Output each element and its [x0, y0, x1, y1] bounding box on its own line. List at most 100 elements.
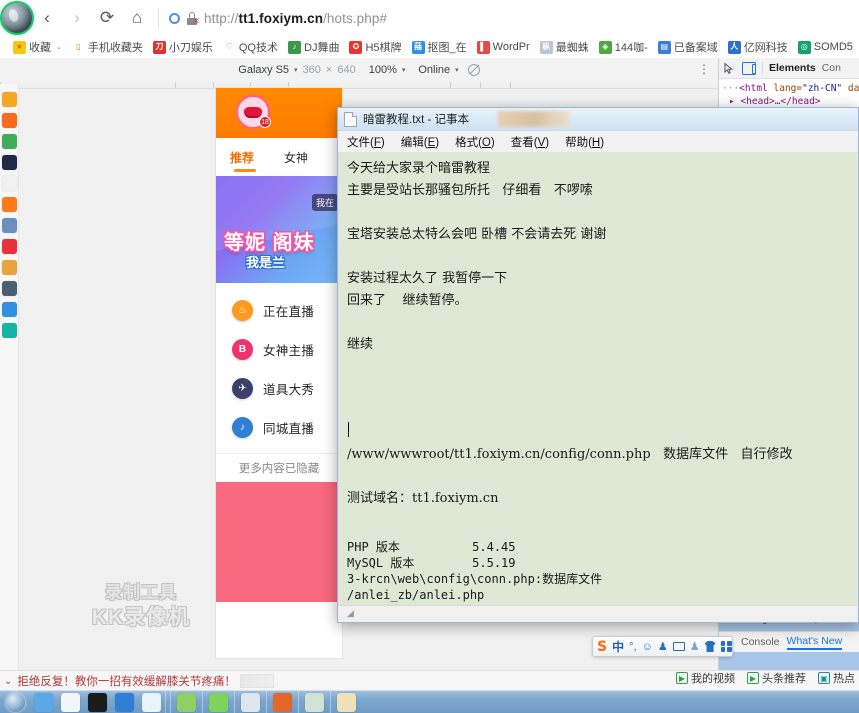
- tree-head-node[interactable]: ▸ <head>…</head>: [729, 96, 821, 107]
- ime-voice-icon[interactable]: ♟: [658, 641, 668, 653]
- tab-goddess[interactable]: 女神: [284, 149, 308, 166]
- insecure-lock-icon[interactable]: ✕: [186, 11, 200, 25]
- app-icon-scene[interactable]: [1, 281, 17, 296]
- ime-punctuation-button[interactable]: °,: [629, 641, 636, 653]
- inspect-element-icon[interactable]: [723, 61, 736, 75]
- app-icon-teal[interactable]: [1, 323, 17, 338]
- wechat-icon[interactable]: [209, 692, 228, 712]
- ime-apps-icon[interactable]: [720, 641, 732, 652]
- liberty-icon[interactable]: [305, 692, 324, 712]
- bookmark-144ka[interactable]: ◈ 144咖-: [594, 37, 653, 57]
- address-bar[interactable]: ✕ http://tt1.foxiym.cn/hots.php#: [165, 4, 859, 32]
- bookmark-yiwang[interactable]: 人亿网科技: [723, 37, 793, 57]
- bookmark-h5[interactable]: ✪ H5棋牌: [344, 37, 406, 57]
- kuaikan-icon[interactable]: [115, 692, 134, 712]
- list-item[interactable]: ♨ 正在直播: [216, 291, 342, 330]
- home-button[interactable]: ⌂: [122, 3, 152, 33]
- green-leaf-icon[interactable]: [177, 692, 196, 712]
- tree-tag: <html: [739, 83, 768, 94]
- bookmark-wordpress[interactable]: ▌ WordPr: [472, 37, 535, 57]
- app-icon-photo[interactable]: [1, 218, 17, 233]
- notification-text[interactable]: 拒绝反复！教你一招有效缓解膝关节疼痛！: [17, 673, 236, 689]
- no-throttling-icon[interactable]: [467, 64, 480, 76]
- app-icon-sogou[interactable]: [1, 113, 17, 128]
- tab-console[interactable]: Con: [822, 62, 841, 74]
- device-toolbar-more-button[interactable]: ⋮: [698, 63, 710, 75]
- folder-icon[interactable]: [337, 692, 356, 712]
- explorer-icon[interactable]: [241, 692, 260, 712]
- sogou-ime-toolbar[interactable]: S 中 °, ☺ ♟ ♟: [592, 636, 733, 657]
- watermark-line-1: 录制工具: [105, 582, 177, 602]
- network-caret-icon[interactable]: ▾: [455, 66, 459, 74]
- app-icon-doc[interactable]: [1, 176, 17, 191]
- soft-keyboard-icon[interactable]: [672, 642, 685, 651]
- toutiao-recommend-link[interactable]: ▶ 头条推荐: [747, 670, 806, 686]
- toggle-device-toolbar-icon[interactable]: [742, 61, 756, 75]
- orange-bear-icon[interactable]: [273, 692, 292, 712]
- collapse-caret-icon[interactable]: ⌄: [4, 676, 12, 687]
- zoom-caret-icon[interactable]: ▾: [402, 66, 406, 74]
- ime-emoji-icon[interactable]: ☺: [642, 641, 653, 653]
- bookmark-qq-tech[interactable]: ♡ QQ技术: [218, 37, 283, 57]
- network-throttle-select[interactable]: Online: [418, 64, 450, 76]
- sogou-browser-icon[interactable]: [142, 692, 161, 712]
- list-item[interactable]: ✈ 道具大秀: [216, 369, 342, 408]
- tab-elements[interactable]: Elements: [769, 62, 816, 74]
- page-indicator-icon: [169, 12, 180, 24]
- promo-banner[interactable]: 我在 等妮 阁妹 我是兰: [216, 176, 342, 283]
- user-icon[interactable]: ♟: [690, 641, 700, 653]
- bookmark-beian[interactable]: ▤ 已备案域: [653, 37, 723, 57]
- skin-shirt-icon[interactable]: [704, 641, 716, 652]
- bookmark-phone-bookmark[interactable]: ▯ 手机收藏夹: [67, 37, 148, 57]
- my-video-link[interactable]: ▶ 我的视频: [676, 670, 735, 686]
- bookmark-spider[interactable]: 枞最蜘蛛: [535, 37, 594, 57]
- bookmark-somd5[interactable]: ◎ SOMD5: [793, 37, 858, 57]
- menu-e[interactable]: 编辑(E): [401, 134, 439, 150]
- hotspot-icon: ▣: [818, 672, 830, 684]
- hotspot-link[interactable]: ▣ 热点: [818, 670, 855, 686]
- chevron-down-icon[interactable]: ⌄: [56, 43, 62, 51]
- category-list: ♨ 正在直播 B 女神主播 ✈ 道具大秀 ♪ 同城直播: [216, 283, 342, 447]
- menu-v[interactable]: 查看(V): [511, 134, 549, 150]
- viewport-width-input[interactable]: 360: [303, 64, 321, 76]
- bookmark-dj[interactable]: ♪ DJ舞曲: [283, 37, 344, 57]
- elements-tree[interactable]: ···<html lang="zh-CN" data ▸ <head>…</he…: [719, 79, 859, 108]
- drawer-tab-console[interactable]: Console: [741, 636, 780, 648]
- device-select-caret-icon[interactable]: ▾: [294, 66, 298, 74]
- app-icon-game[interactable]: [1, 260, 17, 275]
- app-icon-red[interactable]: [1, 239, 17, 254]
- app-icon-blue[interactable]: [1, 302, 17, 317]
- forward-button[interactable]: ›: [62, 3, 92, 33]
- ie-icon[interactable]: [34, 692, 53, 712]
- zoom-select[interactable]: 100%: [369, 64, 397, 76]
- page-header: 18: [216, 88, 342, 138]
- drawer-tab-whats-new[interactable]: What's New: [786, 635, 843, 650]
- device-select[interactable]: Galaxy S5: [238, 64, 289, 76]
- ime-mode-button[interactable]: 中: [612, 638, 624, 655]
- resize-grip-icon[interactable]: ◢: [347, 608, 354, 619]
- app-icon-notes[interactable]: [1, 134, 17, 149]
- list-item[interactable]: B 女神主播: [216, 330, 342, 369]
- bookmark-xiaodao[interactable]: 刀小刀娱乐: [148, 37, 218, 57]
- tab-recommend[interactable]: 推荐: [230, 149, 254, 166]
- menu-f[interactable]: 文件(F): [347, 134, 385, 150]
- viewport-height-input[interactable]: 640: [337, 64, 355, 76]
- reload-button[interactable]: ⟳: [92, 3, 122, 33]
- bookmarks-bar: ★ 收藏 ⌄ ▯ 手机收藏夹刀小刀娱乐 ♡ QQ技术 ♪ DJ舞曲 ✪ H5棋牌菗抠图_在 ▌ Word…: [0, 36, 859, 58]
- notepad-window[interactable]: 暗雷教程.txt - 记事本 文件(F) 编辑(E) 格式(O) 查看(V) 帮助(H)…: [337, 107, 859, 623]
- back-button[interactable]: ‹: [32, 3, 62, 33]
- list-item[interactable]: ♪ 同城直播: [216, 408, 342, 447]
- notepad-text-area[interactable]: 今天给大家录个暗雷教程 主要是受站长那骚包所托 仔细看 不啰嗦 宝塔安装总太特么…: [339, 152, 857, 606]
- g-app-icon[interactable]: [88, 692, 107, 712]
- start-orb-icon[interactable]: [0, 691, 30, 713]
- menu-h[interactable]: 帮助(H): [565, 134, 604, 150]
- menu-o[interactable]: 格式(O): [455, 134, 495, 150]
- bookmark-cutout[interactable]: 菗抠图_在: [407, 37, 472, 57]
- qq-browser-icon[interactable]: [61, 692, 80, 712]
- app-icon-1[interactable]: [1, 92, 17, 107]
- notepad-title-bar[interactable]: 暗雷教程.txt - 记事本: [338, 108, 858, 131]
- bookmark-star[interactable]: ★ 收藏 ⌄: [8, 37, 67, 57]
- app-icon-orange[interactable]: [1, 197, 17, 212]
- bookmark-label: 亿网科技: [743, 42, 788, 54]
- app-icon-dark[interactable]: [1, 155, 17, 170]
